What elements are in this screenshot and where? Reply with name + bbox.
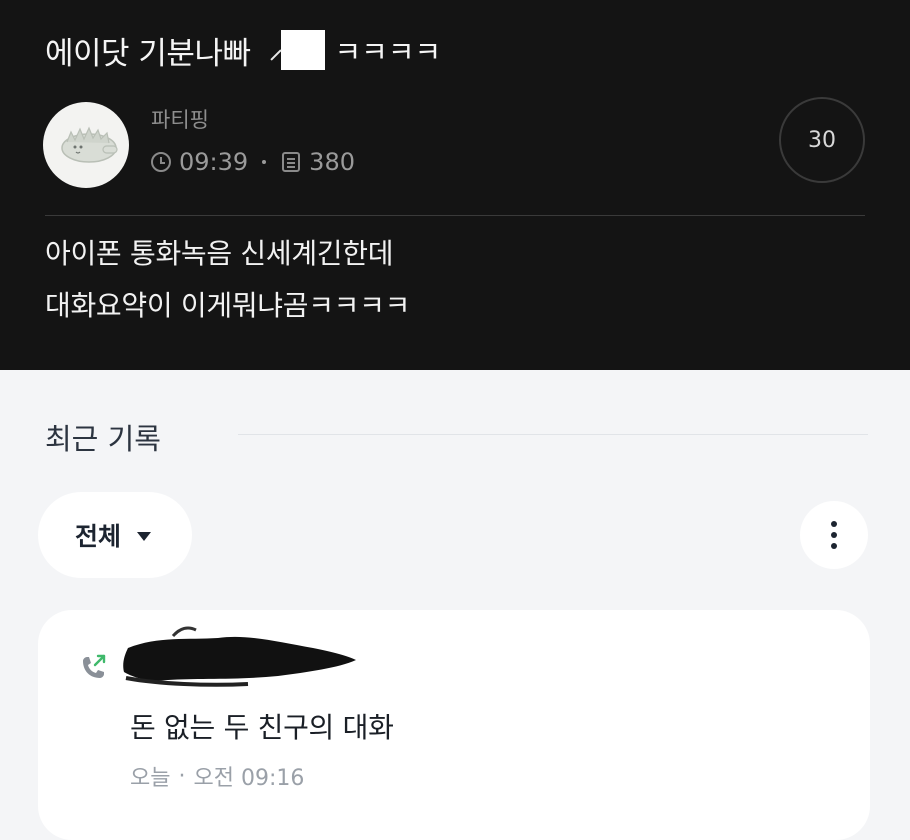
post-title-suffix: ㅋㅋㅋㅋ: [334, 35, 442, 69]
views-icon: [282, 152, 301, 172]
filter-dropdown[interactable]: 전체: [38, 492, 192, 578]
clock-icon: [151, 152, 171, 172]
vertical-dots-icon-dot: [831, 543, 837, 549]
post-title-row: 에이닷 기분나빠 ㅋㅋㅋㅋ: [45, 28, 441, 72]
dinosaur-avatar-icon: [61, 126, 118, 163]
section-divider: [238, 434, 868, 435]
view-count: 380: [309, 148, 355, 176]
comment-count: 30: [808, 127, 836, 153]
call-day: 오늘: [130, 766, 171, 791]
redacted-contact-name: [123, 626, 356, 687]
author-avatar[interactable]: [43, 102, 129, 188]
divider: [45, 215, 865, 216]
post-time: 09:39: [179, 148, 249, 176]
recent-records-title: 최근 기록: [45, 422, 161, 456]
filter-label: 전체: [74, 522, 121, 551]
caret-down-icon: [137, 531, 151, 541]
vertical-dots-icon-dot: [831, 532, 837, 538]
post-meta: 09:39 380: [151, 146, 355, 178]
more-options-button[interactable]: [800, 501, 868, 569]
vertical-dots-icon: [831, 521, 837, 527]
meta-separator: ·: [178, 763, 186, 789]
call-time: 오전 09:16: [193, 766, 305, 791]
post-header: 에이닷 기분나빠 ㅋㅋㅋㅋ 파티핑 09:39 380 30 아이폰 통화녹음 …: [0, 0, 910, 370]
post-body-line: 대화요약이 이게뭐냐곰ㅋㅋㅋㅋ: [45, 289, 411, 322]
redaction-mark: [269, 49, 282, 61]
post-title: 에이닷 기분나빠: [45, 35, 251, 72]
call-meta: 오늘 · 오전 09:16: [130, 760, 304, 792]
outgoing-call-icon: [83, 654, 106, 678]
redaction-box: [280, 30, 325, 70]
post-body: 아이폰 통화녹음 신세계긴한데 대화요약이 이게뭐냐곰ㅋㅋㅋㅋ: [45, 228, 410, 332]
meta-separator: [262, 160, 267, 164]
call-summary-title: 돈 없는 두 친구의 대화: [130, 711, 394, 744]
post-body-line: 아이폰 통화녹음 신세계긴한데: [45, 237, 394, 270]
comment-count-button[interactable]: 30: [779, 97, 865, 183]
author-name[interactable]: 파티핑: [151, 104, 209, 134]
